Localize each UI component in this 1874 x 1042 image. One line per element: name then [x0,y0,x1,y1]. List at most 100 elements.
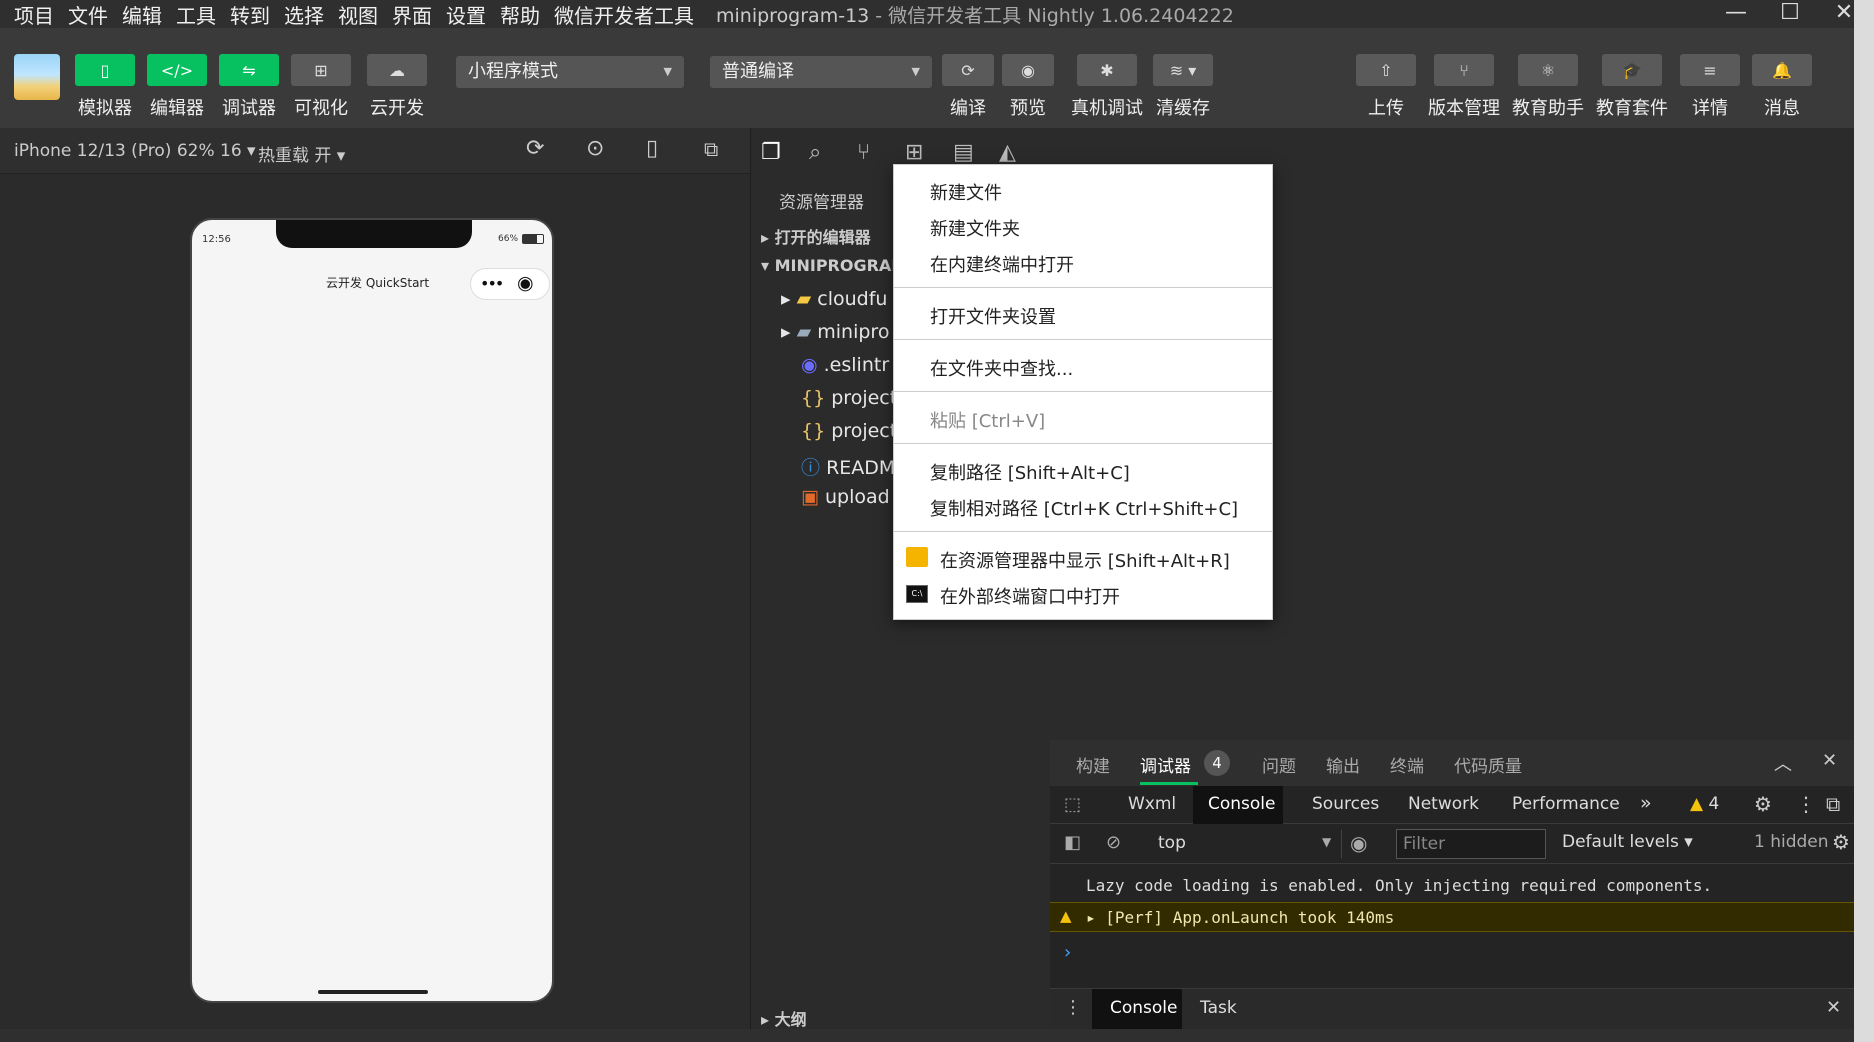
drawer-tab-task[interactable]: Task [1200,998,1237,1018]
remote-debug-button[interactable]: ✱ 真机调试 [1066,54,1148,120]
tab-code-quality[interactable]: 代码质量 [1454,752,1522,777]
tree-item[interactable]: ◉ .eslintr [801,354,889,376]
menu-interface[interactable]: 界面 [392,0,432,29]
menu-select[interactable]: 选择 [284,0,324,29]
avatar[interactable] [14,54,60,100]
dock-icon[interactable]: ⧉ [1826,792,1840,816]
project-root-section[interactable]: ▾ MINIPROGRAM [761,256,907,275]
menu-wechat-devtools[interactable]: 微信开发者工具 [554,0,694,29]
menu-help[interactable]: 帮助 [500,0,540,29]
tab-network[interactable]: Network [1408,794,1479,814]
tab-terminal[interactable]: 终端 [1390,752,1424,777]
menu-view[interactable]: 视图 [338,0,378,29]
tab-performance[interactable]: Performance [1512,794,1620,814]
tree-item[interactable]: {} project [801,420,897,442]
tab-debugger[interactable]: 调试器 [1140,752,1191,777]
drawer-close-icon[interactable]: ✕ [1826,997,1841,1018]
console-settings-icon[interactable]: ⚙ [1832,830,1850,854]
menu-item-open-external-terminal[interactable]: 在外部终端窗口中打开 [940,583,1120,609]
tab-sources[interactable]: Sources [1312,794,1379,814]
menu-item-folder-settings[interactable]: 打开文件夹设置 [930,303,1056,329]
edu-kit-button[interactable]: 🎓 教育套件 [1594,54,1670,120]
console-prompt[interactable]: › [1064,942,1071,963]
mode-select[interactable]: 小程序模式 ▼ [456,56,684,88]
warning-counter[interactable]: ▲ 4 [1690,794,1719,814]
menu-edit[interactable]: 编辑 [122,0,162,29]
details-button[interactable]: ≡ 详情 [1680,54,1740,120]
detach-icon[interactable]: ⧉ [704,137,718,161]
menu-item-open-in-terminal[interactable]: 在内建终端中打开 [930,251,1074,277]
menu-settings[interactable]: 设置 [446,0,486,29]
menu-goto[interactable]: 转到 [230,0,270,29]
tab-console[interactable]: Console [1208,794,1276,814]
tree-item[interactable]: {} project [801,387,897,409]
tab-wxml[interactable]: Wxml [1128,794,1176,814]
source-control-icon[interactable]: ⑂ [857,140,870,165]
editor-button[interactable]: </> 编辑器 [146,54,208,120]
warning-text[interactable]: ▸ [Perf] App.onLaunch took 140ms [1086,908,1394,927]
kebab-icon[interactable]: ⋮ [1796,792,1816,816]
sidebar-toggle-icon[interactable]: ◧ [1064,832,1081,853]
tab-problems[interactable]: 问题 [1262,752,1296,777]
tree-item[interactable]: ▸ ▰ minipro [781,321,889,343]
extensions-icon[interactable]: ⊞ [905,140,923,165]
levels-select[interactable]: Default levels ▾ [1562,832,1693,852]
device-icon[interactable]: ▯ [646,136,658,161]
stop-icon[interactable]: ⊙ [586,136,604,161]
visual-button[interactable]: ⊞ 可视化 [290,54,352,120]
json-icon: {} [801,420,826,442]
eye-icon[interactable]: ◉ [1350,831,1367,855]
preview-button[interactable]: ◉ 预览 [1000,54,1056,120]
capsule-menu[interactable]: ••• ◉ [470,268,550,300]
drawer-tab-console[interactable]: Console [1110,998,1178,1018]
tree-item[interactable]: ▣ upload [801,486,890,508]
search-icon[interactable]: ⌕ [809,140,821,165]
close-circle-icon[interactable]: ◉ [517,272,534,294]
chevron-up-icon[interactable]: ︿ [1774,750,1792,776]
menu-project[interactable]: 项目 [14,0,54,29]
outline-section[interactable]: ▸ 大纲 [761,1006,807,1030]
upload-button[interactable]: ⇧ 上传 [1356,54,1416,120]
tab-output[interactable]: 输出 [1326,752,1360,777]
open-editors-section[interactable]: ▸ 打开的编辑器 [761,224,871,248]
minimize-icon[interactable]: — [1712,0,1760,28]
device-select[interactable]: iPhone 12/13 (Pro) 62% 16 ▾ [14,141,256,161]
drawer-menu-icon[interactable]: ⋮ [1064,997,1082,1018]
simulator-button[interactable]: ▯ 模拟器 [74,54,136,120]
tree-item[interactable]: ⓘ READM [801,453,895,480]
save-icon[interactable]: ▤ [953,140,974,165]
menu-item-reveal-in-explorer[interactable]: 在资源管理器中显示 [Shift+Alt+R] [940,547,1230,573]
debugger-button[interactable]: ⇋ 调试器 [218,54,280,120]
maximize-icon[interactable]: ☐ [1766,0,1814,28]
tree-item[interactable]: ▸ ▰ cloudfu [781,288,887,310]
filter-input[interactable]: Filter [1396,829,1546,859]
inspect-icon[interactable]: ⬚ [1064,794,1081,815]
menu-item-copy-path[interactable]: 复制路径 [Shift+Alt+C] [930,459,1130,485]
menu-item-new-folder[interactable]: 新建文件夹 [930,215,1020,241]
clear-console-icon[interactable]: ⊘ [1106,832,1121,853]
tab-build[interactable]: 构建 [1076,752,1110,777]
compile-button[interactable]: ⟳ 编译 [940,54,996,120]
context-select[interactable]: top ▼ [1148,830,1342,858]
cloud-dev-button[interactable]: ☁ 云开发 [366,54,428,120]
edu-assistant-button[interactable]: ⚛ 教育助手 [1510,54,1586,120]
hot-reload-toggle[interactable]: 热重载 开 ▾ [258,141,345,166]
clear-cache-button[interactable]: ≋ ▾ 清缓存 [1150,54,1216,120]
menu-file[interactable]: 文件 [68,0,108,29]
rotate-icon[interactable]: ⟳ [526,136,544,161]
compile-select[interactable]: 普通编译 ▼ [710,56,932,88]
more-dots-icon[interactable]: ••• [480,274,504,293]
docker-icon[interactable]: ◭ [999,140,1016,165]
eye-icon: ◉ [1002,54,1054,86]
menu-item-find-in-folder[interactable]: 在文件夹中查找... [930,355,1073,381]
menu-item-paste[interactable]: 粘贴 [Ctrl+V] [930,407,1045,433]
menu-item-copy-relative-path[interactable]: 复制相对路径 [Ctrl+K Ctrl+Shift+C] [930,495,1238,521]
messages-button[interactable]: 🔔 消息 [1752,54,1812,120]
files-icon[interactable]: ❐ [761,140,781,165]
close-panel-icon[interactable]: ✕ [1822,750,1837,771]
menu-tools[interactable]: 工具 [176,0,216,29]
menu-item-new-file[interactable]: 新建文件 [930,179,1002,205]
gear-icon[interactable]: ⚙ [1754,792,1772,816]
version-button[interactable]: ⑂ 版本管理 [1426,54,1502,120]
more-tabs-icon[interactable]: » [1640,792,1652,814]
